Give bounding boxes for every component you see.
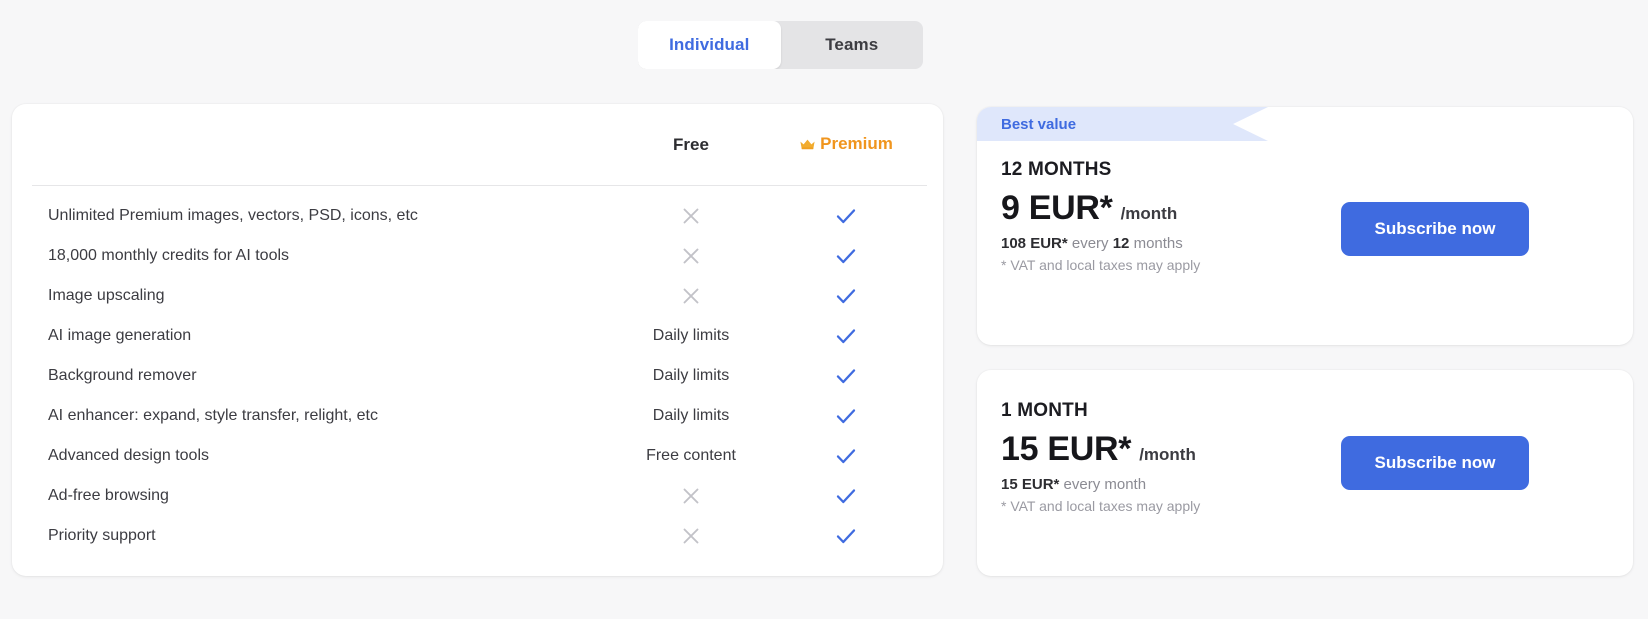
- toggle-option-teams[interactable]: Teams: [781, 21, 924, 69]
- free-cell: Daily limits: [652, 407, 730, 424]
- premium-cell: [766, 405, 926, 427]
- x-icon: [683, 208, 699, 224]
- plan-card-1-month: 1 MONTH 15 EUR* /month 15 EUR* every mon…: [977, 370, 1633, 576]
- plan-billing-amount-1-month: 15 EUR*: [1001, 476, 1060, 493]
- premium-cell: [766, 485, 926, 507]
- plan-card-1-month-body: 1 MONTH 15 EUR* /month 15 EUR* every mon…: [977, 370, 1633, 576]
- plan-billing-mid-12-months: every: [1067, 235, 1113, 252]
- check-icon: [836, 489, 856, 504]
- check-icon: [836, 449, 856, 464]
- pricing-page: Individual Teams Free Premium Unlimited …: [0, 0, 1648, 619]
- plan-vat-note-12-months: * VAT and local taxes may apply: [1001, 257, 1201, 273]
- free-cell: [616, 205, 766, 227]
- check-icon: [836, 249, 856, 264]
- table-body: Unlimited Premium images, vectors, PSD, …: [32, 186, 927, 556]
- free-cell: Free content: [646, 447, 736, 464]
- table-header-row: Free Premium: [32, 104, 927, 186]
- table-row: Unlimited Premium images, vectors, PSD, …: [32, 196, 927, 236]
- premium-cell: [766, 365, 926, 387]
- plan-billing-mid-1-month: every month: [1059, 476, 1147, 493]
- table-row: Advanced design tools Free content: [32, 436, 927, 476]
- plan-price-12-months: 9 EUR*: [1001, 189, 1113, 227]
- premium-cell: [766, 285, 926, 307]
- x-icon: [683, 288, 699, 304]
- free-cell: [616, 245, 766, 267]
- subscribe-button-1-month[interactable]: Subscribe now: [1341, 436, 1529, 490]
- crown-icon: [799, 136, 816, 156]
- toggle-option-individual-label: Individual: [669, 35, 750, 54]
- feature-label: AI image generation: [48, 327, 192, 344]
- plan-price-period-1-month: /month: [1139, 445, 1196, 464]
- table-row: AI enhancer: expand, style transfer, rel…: [32, 396, 927, 436]
- feature-label: Advanced design tools: [48, 447, 209, 464]
- free-cell: Daily limits: [652, 367, 730, 384]
- x-icon: [683, 528, 699, 544]
- table-row: AI image generation Daily limits: [32, 316, 927, 356]
- plan-type-toggle[interactable]: Individual Teams: [638, 21, 923, 69]
- table-row: Priority support: [32, 516, 927, 556]
- free-cell: [616, 525, 766, 547]
- feature-label: AI enhancer: expand, style transfer, rel…: [48, 407, 378, 424]
- plan-card-12-months: Best value 12 MONTHS 9 EUR* /month 108 E…: [977, 107, 1633, 345]
- feature-label: Image upscaling: [48, 287, 165, 304]
- premium-cell: [766, 525, 926, 547]
- table-row: 18,000 monthly credits for AI tools: [32, 236, 927, 276]
- table-header-premium: Premium: [766, 134, 926, 156]
- plan-term-1-month: 1 MONTH: [1001, 400, 1088, 421]
- table-header-premium-label: Premium: [820, 133, 893, 153]
- x-icon: [683, 488, 699, 504]
- best-value-label: Best value: [1001, 115, 1077, 133]
- subscribe-button-12-months[interactable]: Subscribe now: [1341, 202, 1529, 256]
- premium-cell: [766, 445, 926, 467]
- table-row: Image upscaling: [32, 276, 927, 316]
- premium-cell: [766, 245, 926, 267]
- check-icon: [836, 289, 856, 304]
- plan-price-period-12-months: /month: [1120, 204, 1178, 223]
- feature-label: 18,000 monthly credits for AI tools: [48, 247, 290, 264]
- check-icon: [836, 329, 856, 344]
- table-row: Background remover Daily limits: [32, 356, 927, 396]
- best-value-ribbon: Best value: [977, 107, 1268, 141]
- plan-billing-amount-12-months: 108 EUR*: [1001, 235, 1068, 252]
- plan-term-12-months: 12 MONTHS: [1001, 159, 1112, 180]
- check-icon: [836, 529, 856, 544]
- comparison-table: Free Premium Unlimited Premium images, v…: [32, 104, 927, 556]
- plan-billing-unit-12-months: months: [1129, 235, 1183, 252]
- plan-card-12-months-body: 12 MONTHS 9 EUR* /month 108 EUR* every 1…: [977, 141, 1633, 345]
- x-icon: [683, 248, 699, 264]
- free-cell: Daily limits: [652, 327, 730, 344]
- feature-comparison-card: Free Premium Unlimited Premium images, v…: [12, 104, 943, 576]
- premium-cell: [766, 325, 926, 347]
- free-cell: [616, 485, 766, 507]
- feature-label: Ad-free browsing: [48, 487, 169, 504]
- check-icon: [836, 209, 856, 224]
- feature-label: Background remover: [48, 367, 197, 384]
- toggle-option-teams-label: Teams: [825, 35, 879, 54]
- plan-vat-note-1-month: * VAT and local taxes may apply: [1001, 498, 1201, 514]
- table-row: Ad-free browsing: [32, 476, 927, 516]
- check-icon: [836, 409, 856, 424]
- table-header-free: Free: [673, 134, 709, 154]
- plan-billing-count-12-months: 12: [1112, 235, 1130, 252]
- toggle-option-individual[interactable]: Individual: [638, 21, 781, 69]
- feature-label: Priority support: [48, 527, 156, 544]
- plan-price-1-month: 15 EUR*: [1001, 430, 1132, 468]
- check-icon: [836, 369, 856, 384]
- feature-label: Unlimited Premium images, vectors, PSD, …: [48, 207, 418, 224]
- free-cell: [616, 285, 766, 307]
- premium-cell: [766, 205, 926, 227]
